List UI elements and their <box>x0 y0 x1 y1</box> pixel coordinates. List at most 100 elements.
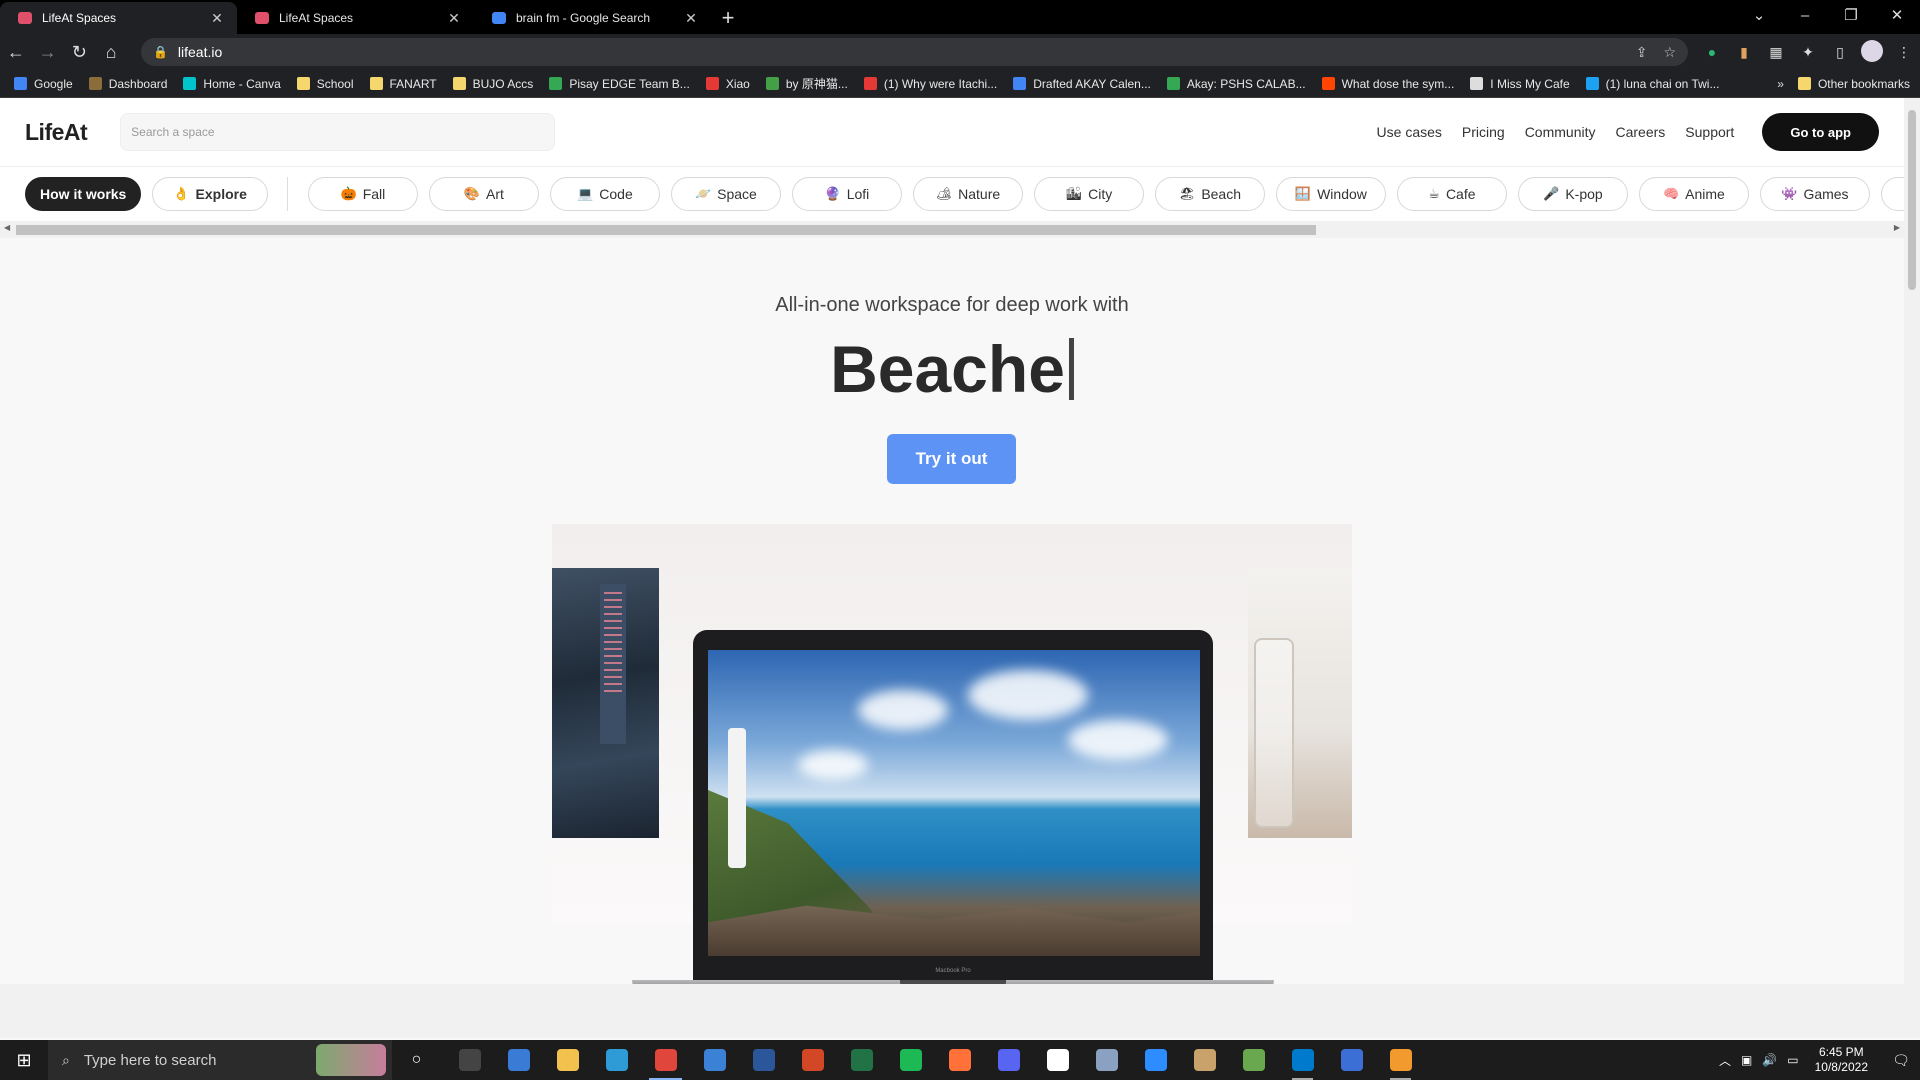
browser-tab[interactable]: LifeAt Spaces ✕ <box>0 2 237 34</box>
powerpoint-icon[interactable] <box>788 1040 837 1080</box>
page-vertical-scrollbar[interactable] <box>1904 98 1920 1038</box>
lifeat-logo[interactable]: LifeAt <box>25 119 88 146</box>
category-cafe[interactable]: ☕ Cafe <box>1396 177 1507 211</box>
bookmark-item[interactable]: What dose the sym... <box>1321 77 1454 91</box>
try-it-out-button[interactable]: Try it out <box>887 434 1016 484</box>
extensions-puzzle-icon[interactable]: ✦ <box>1792 44 1824 61</box>
category-city[interactable]: 🏙 City <box>1033 177 1144 211</box>
tab-close-icon[interactable]: ✕ <box>209 10 225 27</box>
photos-icon[interactable] <box>1180 1040 1229 1080</box>
taskbar-search-box[interactable]: ⌕ Type here to search <box>48 1040 392 1080</box>
scroll-right-arrow-icon[interactable]: ▶ <box>1894 223 1900 232</box>
tab-close-icon[interactable]: ✕ <box>683 10 699 27</box>
cafe-space-preview[interactable] <box>1248 568 1352 838</box>
coffee-extension-icon[interactable]: ▮ <box>1728 44 1760 61</box>
bookmark-item[interactable]: Pisay EDGE Team B... <box>549 77 690 91</box>
tab-close-icon[interactable]: ✕ <box>446 10 462 27</box>
nav-link-community[interactable]: Community <box>1525 124 1596 140</box>
category-anime[interactable]: 🧠 Anime <box>1638 177 1749 211</box>
viber-icon[interactable] <box>1327 1040 1376 1080</box>
close-window-button[interactable]: ✕ <box>1874 6 1920 24</box>
edge-icon[interactable] <box>592 1040 641 1080</box>
side-panel-icon[interactable]: ▯ <box>1824 44 1856 61</box>
discord-icon[interactable] <box>984 1040 1033 1080</box>
beach-space-preview[interactable] <box>708 650 1200 956</box>
bookmark-item[interactable]: I Miss My Cafe <box>1470 77 1570 91</box>
vscode-icon[interactable] <box>1278 1040 1327 1080</box>
zoom-icon[interactable] <box>1131 1040 1180 1080</box>
bookmark-star-icon[interactable]: ☆ <box>1663 44 1676 61</box>
restore-button[interactable]: ❐ <box>1828 6 1874 24</box>
forward-icon[interactable]: → <box>32 42 64 63</box>
category-lofi[interactable]: 🔮 Lofi <box>791 177 902 211</box>
nav-link-use-cases[interactable]: Use cases <box>1377 124 1442 140</box>
meet-now-icon[interactable]: ▣ <box>1741 1053 1752 1067</box>
volume-icon[interactable]: 🔊 <box>1762 1053 1777 1067</box>
toggl-icon[interactable] <box>1376 1040 1425 1080</box>
windows-start-icon[interactable]: ⊞ <box>0 1050 48 1071</box>
grammarly-extension-icon[interactable]: ● <box>1696 44 1728 60</box>
bookmark-item[interactable]: Google <box>14 77 73 91</box>
paint-icon[interactable] <box>1082 1040 1131 1080</box>
taskbar-clock[interactable]: 6:45 PM 10/8/2022 <box>1815 1045 1868 1075</box>
bookmark-item[interactable]: Akay: PSHS CALAB... <box>1166 77 1306 91</box>
bookmark-item[interactable]: Home - Canva <box>183 77 281 91</box>
bookmark-item[interactable]: BUJO Accs <box>452 77 533 91</box>
excel-icon[interactable] <box>837 1040 886 1080</box>
category-games[interactable]: 👾 Games <box>1759 177 1870 211</box>
bookmarks-overflow-button[interactable]: » <box>1777 77 1784 91</box>
cortana-icon[interactable]: ○ <box>392 1040 441 1080</box>
new-tab-button[interactable]: + <box>711 5 745 31</box>
nav-link-pricing[interactable]: Pricing <box>1462 124 1505 140</box>
category-window[interactable]: 🪟 Window <box>1275 177 1386 211</box>
minimize-button[interactable]: – <box>1782 7 1828 24</box>
browser-tab[interactable]: LifeAt Spaces ✕ <box>237 2 474 34</box>
horizontal-scroll-thumb[interactable] <box>16 225 1316 235</box>
back-icon[interactable]: ← <box>0 42 32 63</box>
word-icon[interactable] <box>739 1040 788 1080</box>
how-it-works-button[interactable]: How it works <box>25 177 142 211</box>
home-icon[interactable]: ⌂ <box>95 42 127 63</box>
scroll-left-arrow-icon[interactable]: ◀ <box>4 223 10 232</box>
more-menu-icon[interactable]: ⋮ <box>1888 44 1920 61</box>
category-nature[interactable]: 🏕 Nature <box>912 177 1023 211</box>
browser-tab[interactable]: brain fm - Google Search ✕ <box>474 2 711 34</box>
explore-button[interactable]: 👌 Explore <box>152 177 268 211</box>
file-explorer-icon[interactable] <box>543 1040 592 1080</box>
bookmark-item[interactable]: (1) luna chai on Twi... <box>1585 77 1719 91</box>
category-art[interactable]: 🎨 Art <box>428 177 539 211</box>
firefox-icon[interactable] <box>935 1040 984 1080</box>
space-search-input[interactable]: Search a space <box>120 113 556 151</box>
tab-search-icon[interactable]: ⌄ <box>1736 6 1782 24</box>
bookmark-item[interactable]: (1) Why were Itachi... <box>863 77 997 91</box>
mail-icon[interactable] <box>690 1040 739 1080</box>
task-view-icon[interactable] <box>445 1040 494 1080</box>
category-horizontal-scrollbar[interactable]: ◀ ▶ <box>0 221 1904 238</box>
go-to-app-button[interactable]: Go to app <box>1762 113 1879 151</box>
notification-icon[interactable]: 🗨 <box>1882 1052 1920 1069</box>
bookmark-item[interactable]: Dashboard <box>88 77 167 91</box>
spotify-icon[interactable] <box>886 1040 935 1080</box>
share-icon[interactable]: ⇪ <box>1636 44 1648 61</box>
bookmark-item[interactable]: by 原神猫... <box>765 75 848 92</box>
bookmark-item[interactable]: Xiao <box>705 77 750 91</box>
microsoft-store-icon[interactable] <box>494 1040 543 1080</box>
network-icon[interactable]: ▭ <box>1787 1053 1798 1067</box>
vertical-scroll-thumb[interactable] <box>1908 110 1916 290</box>
profile-avatar[interactable] <box>1856 39 1888 65</box>
other-bookmarks-folder[interactable]: Other bookmarks <box>1797 77 1910 91</box>
chrome-icon[interactable] <box>641 1040 690 1080</box>
reload-icon[interactable]: ↻ <box>63 42 95 63</box>
lock-icon[interactable]: 🔒 <box>153 45 168 59</box>
tray-overflow-icon[interactable]: ︿ <box>1719 1052 1731 1069</box>
category-k-pop[interactable]: 🎤 K-pop <box>1517 177 1628 211</box>
notepad-icon[interactable] <box>1229 1040 1278 1080</box>
notion-icon[interactable] <box>1033 1040 1082 1080</box>
bookmark-item[interactable]: FANART <box>369 77 437 91</box>
bookmark-item[interactable]: Drafted AKAY Calen... <box>1013 77 1151 91</box>
nav-link-support[interactable]: Support <box>1685 124 1734 140</box>
category-li[interactable]: 📗Li <box>1880 177 1904 211</box>
category-fall[interactable]: 🎃 Fall <box>307 177 418 211</box>
city-space-preview[interactable] <box>552 568 659 838</box>
address-bar[interactable]: 🔒 lifeat.io ⇪ ☆ <box>140 38 1689 66</box>
